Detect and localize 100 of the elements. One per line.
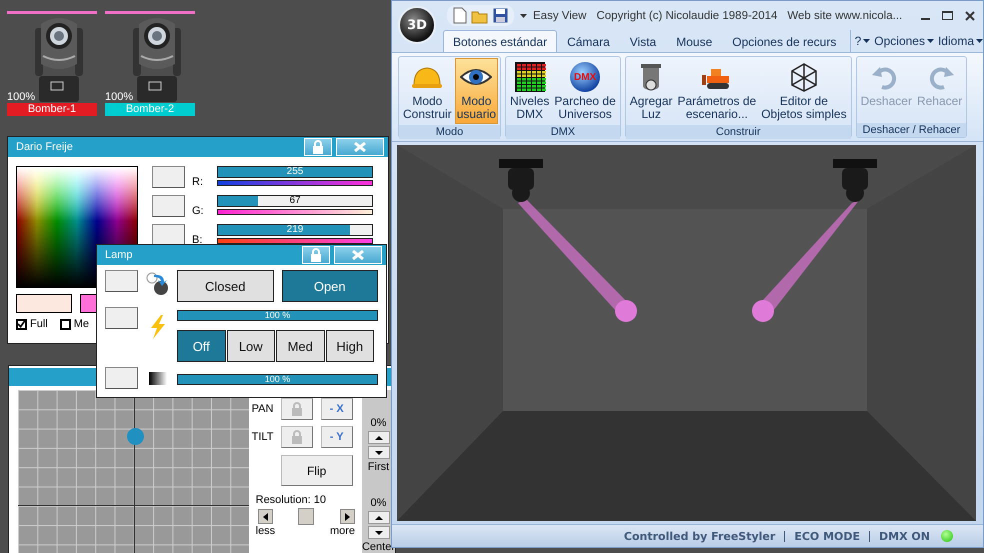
axis-label: TILT (252, 431, 274, 443)
channel-slider[interactable]: 67 (217, 195, 373, 207)
status-text: Controlled by FreeStyler (614, 530, 786, 542)
invert-button[interactable]: - X (320, 398, 353, 420)
lightning-icon (148, 315, 166, 339)
caret-icon (863, 39, 870, 43)
step-value: 0% (370, 417, 386, 429)
strobe-button[interactable]: High (326, 330, 374, 362)
blank-button[interactable] (152, 195, 185, 217)
maximize-icon[interactable] (942, 11, 953, 20)
window-title: Lamp (105, 249, 134, 261)
axis-label: PAN (252, 403, 274, 415)
ribbon-button[interactable]: Modo usuario (454, 58, 498, 124)
lock-button[interactable] (280, 398, 313, 420)
ribbon-tab[interactable]: Vista (620, 30, 666, 52)
group-label: Modo (399, 125, 500, 139)
lock-button[interactable] (280, 426, 313, 448)
more-label: more (330, 525, 355, 537)
pan-tilt-grid[interactable] (18, 390, 249, 553)
channel-label: G: (192, 204, 205, 217)
status-text: ECO MODE (785, 530, 870, 542)
up-arrow-icon (374, 516, 382, 520)
color-swatch[interactable] (16, 294, 72, 313)
menu-button[interactable]: Idioma (938, 34, 983, 48)
close-icon[interactable] (965, 10, 975, 20)
checkbox[interactable] (60, 318, 71, 330)
shutter-button[interactable]: Open (282, 270, 378, 302)
light-spot (752, 300, 774, 322)
caret-icon (976, 39, 983, 43)
fixture-name-label[interactable]: Bomber-1 (7, 103, 97, 116)
checkbox-label: Full (30, 318, 48, 330)
menu-button[interactable]: ? (854, 34, 870, 48)
group-label: DMX (506, 125, 620, 139)
left-arrow-button[interactable] (258, 509, 273, 524)
channel-label: R: (192, 175, 204, 188)
ribbon-tab[interactable]: Mouse (666, 30, 722, 52)
down-button[interactable] (368, 446, 390, 459)
position-handle[interactable] (127, 428, 144, 445)
ribbon-button[interactable]: Editor de Objetos simples (759, 58, 849, 124)
flip-button[interactable]: Flip (280, 455, 353, 486)
ribbon-tab[interactable]: Cámara (557, 30, 620, 52)
down-arrow-icon (374, 450, 382, 454)
lock-icon (310, 248, 322, 262)
caret-icon (520, 14, 527, 18)
ribbon-button[interactable]: Niveles DMX (508, 58, 552, 124)
right-arrow-button[interactable] (340, 509, 355, 524)
lock-icon (312, 140, 324, 154)
step-value: 0% (370, 497, 386, 509)
ribbon-button[interactable]: Agregar Luz (628, 58, 674, 124)
view-mode-label: Easy View (533, 10, 586, 22)
group-label: Construir (626, 125, 851, 139)
dimmer-slider[interactable]: 100 % (177, 310, 378, 321)
close-button[interactable] (336, 138, 384, 156)
down-button[interactable] (368, 526, 390, 539)
checkbox[interactable] (16, 318, 27, 330)
ribbon-button[interactable]: Modo Construir (401, 58, 454, 124)
lock-icon (290, 402, 303, 416)
strobe-button[interactable]: Low (226, 330, 275, 362)
step-caption: First (368, 461, 390, 473)
up-button[interactable] (368, 511, 390, 524)
fade-slider[interactable]: 100 % (177, 374, 378, 385)
copyright-text: Copyright (c) Nicolaudie 1989-2014 (596, 10, 778, 22)
shutter-icon (146, 272, 170, 296)
save-icon[interactable] (493, 8, 508, 23)
channel-slider[interactable]: 219 (217, 224, 373, 236)
moving-head-drawing (833, 159, 877, 202)
close-button[interactable] (334, 246, 382, 264)
invert-button[interactable]: - Y (320, 426, 353, 448)
up-arrow-icon (374, 436, 382, 440)
menu-button[interactable]: Opciones (874, 34, 934, 48)
slider-thumb[interactable] (298, 508, 314, 525)
blank-button[interactable] (152, 224, 185, 246)
ribbon-button[interactable]: DMX Parcheo de Universos (552, 58, 618, 124)
close-icon (352, 250, 364, 260)
strobe-button[interactable]: Off (177, 330, 226, 362)
close-icon (354, 142, 366, 152)
app-logo[interactable]: 3D (398, 6, 436, 44)
blank-button[interactable] (152, 166, 185, 188)
caret-icon (926, 39, 934, 43)
lock-icon (290, 430, 303, 444)
blank-button[interactable] (105, 367, 138, 389)
gradient-icon (148, 372, 166, 385)
up-button[interactable] (368, 431, 390, 444)
ribbon-button[interactable]: Parámetros de escenario... (676, 58, 758, 124)
status-text: DMX ON (878, 530, 931, 542)
channel-slider[interactable]: 255 (217, 166, 373, 178)
channel-label: B: (192, 233, 204, 246)
blank-button[interactable] (105, 307, 138, 329)
less-label: less (256, 525, 276, 537)
website-text: Web site www.nicola... (787, 10, 902, 22)
ribbon-tab[interactable]: Opciones de recurs (722, 30, 846, 52)
right-arrow-icon (345, 512, 350, 520)
left-arrow-icon (262, 512, 268, 520)
new-document-icon[interactable] (453, 7, 467, 24)
strobe-button[interactable]: Med (276, 330, 324, 362)
ribbon-tab[interactable]: Botones estándar (443, 30, 558, 52)
group-label: Deshacer / Rehacer (856, 123, 966, 137)
light-spot (615, 300, 637, 322)
shutter-button[interactable]: Closed (177, 270, 274, 302)
blank-button[interactable] (105, 270, 138, 292)
